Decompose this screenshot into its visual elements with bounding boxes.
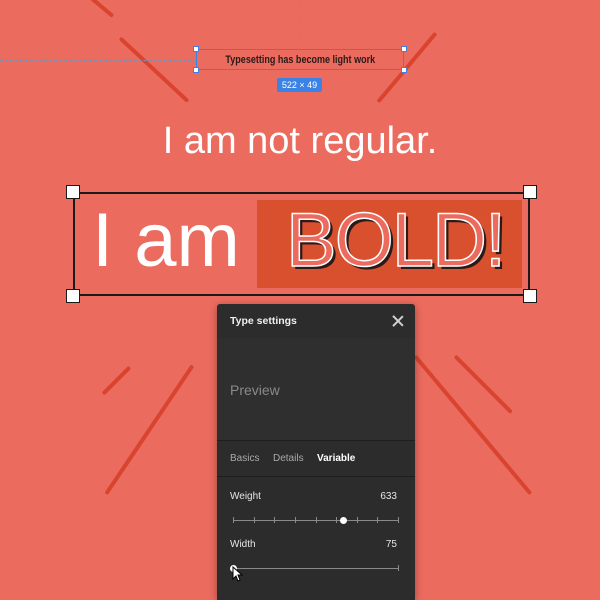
resize-handle[interactable] xyxy=(523,185,537,199)
close-icon[interactable] xyxy=(391,314,405,328)
vertical-guide xyxy=(299,0,300,50)
preview-label: Preview xyxy=(230,382,280,398)
preview-area: Preview xyxy=(217,338,415,441)
slider-tick xyxy=(398,517,399,523)
dimension-badge: 522 × 49 xyxy=(277,78,322,92)
slider-tick xyxy=(377,517,378,523)
decorative-ray xyxy=(453,354,513,414)
resize-handle[interactable] xyxy=(401,46,407,52)
slider-tick xyxy=(254,517,255,523)
decorative-ray xyxy=(88,0,115,18)
slider-tick xyxy=(398,565,399,571)
resize-handle[interactable] xyxy=(523,289,537,303)
panel-header: Type settings xyxy=(217,304,415,339)
slider-knob[interactable] xyxy=(340,517,347,524)
selected-text-box[interactable]: Typesetting has become light work xyxy=(196,49,404,70)
tab-bar: Basics Details Variable xyxy=(217,441,415,477)
selected-text: Typesetting has become light work xyxy=(225,53,375,66)
slider-track xyxy=(233,568,399,569)
resize-handle[interactable] xyxy=(193,67,199,73)
mouse-cursor-icon xyxy=(232,566,244,582)
slider-tick xyxy=(336,517,337,523)
type-settings-panel: Type settings Preview Basics Details Var… xyxy=(217,304,415,600)
slider-tick xyxy=(274,517,275,523)
panel-title: Type settings xyxy=(230,315,297,327)
bold-text-frame[interactable] xyxy=(73,192,530,296)
tab-basics[interactable]: Basics xyxy=(230,453,259,464)
resize-handle[interactable] xyxy=(66,289,80,303)
width-value[interactable]: 75 xyxy=(386,539,397,550)
horizontal-guide xyxy=(0,60,196,61)
tab-variable[interactable]: Variable xyxy=(317,453,355,464)
resize-handle[interactable] xyxy=(66,185,80,199)
regular-text[interactable]: I am not regular. xyxy=(0,120,600,163)
slider-tick xyxy=(316,517,317,523)
slider-tick xyxy=(295,517,296,523)
decorative-ray xyxy=(104,364,195,496)
decorative-ray xyxy=(101,365,132,396)
weight-slider[interactable] xyxy=(233,516,399,526)
slider-tick xyxy=(357,517,358,523)
decorative-ray xyxy=(118,36,190,103)
resize-handle[interactable] xyxy=(193,46,199,52)
weight-label: Weight xyxy=(230,491,261,502)
slider-tick xyxy=(233,517,234,523)
width-label: Width xyxy=(230,539,256,550)
tab-details[interactable]: Details xyxy=(273,453,304,464)
resize-handle[interactable] xyxy=(401,67,407,73)
weight-value[interactable]: 633 xyxy=(380,491,397,502)
width-slider[interactable] xyxy=(230,564,399,574)
